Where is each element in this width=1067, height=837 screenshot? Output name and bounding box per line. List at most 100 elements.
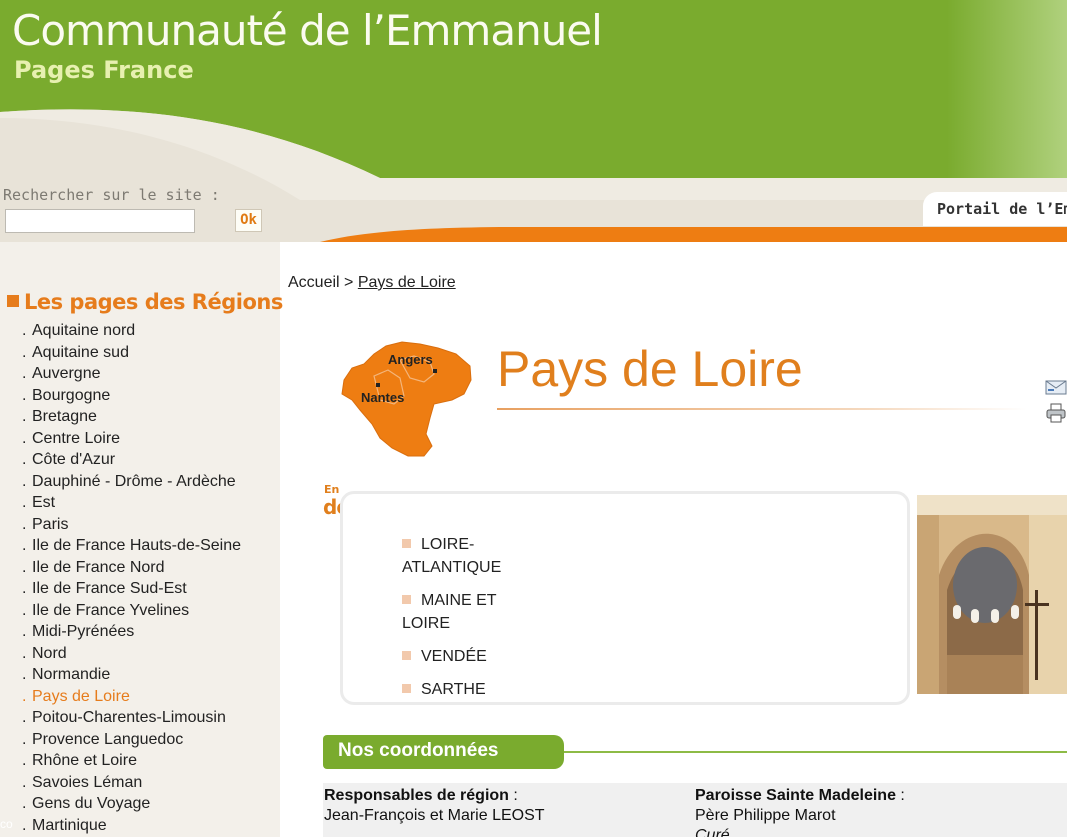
- list-dot: .: [22, 623, 27, 640]
- sidebar-item-label: Centre Loire: [32, 429, 121, 447]
- list-dot: .: [22, 408, 27, 425]
- sidebar-item-region[interactable]: . Provence Languedoc: [22, 729, 241, 751]
- breadcrumb-home[interactable]: Accueil: [288, 274, 340, 291]
- sidebar-title-text: Les pages des Régions: [24, 290, 283, 314]
- portal-tab[interactable]: Portail de l’Emmar: [923, 192, 1067, 226]
- list-dot: .: [22, 773, 27, 791]
- sidebar-item-region[interactable]: . Poitou-Charentes-Limousin: [22, 707, 241, 729]
- email-icon[interactable]: [1045, 380, 1067, 395]
- map-city-nantes: Nantes: [361, 390, 404, 405]
- list-dot: .: [22, 365, 27, 382]
- department-label: LOIRE-ATLANTIQUE: [402, 536, 502, 576]
- sidebar-item-label: Savoies Léman: [32, 773, 143, 791]
- contact-left: Responsables de région : Jean-François e…: [324, 786, 545, 826]
- region-map: Angers Nantes: [341, 341, 472, 457]
- coordonnees-header: Nos coordonnées: [323, 735, 564, 769]
- sidebar-item-label: Dauphiné - Drôme - Ardèche: [32, 472, 236, 490]
- square-bullet-icon: [7, 295, 19, 307]
- sidebar-item-region[interactable]: . Ile de France Nord: [22, 557, 241, 579]
- search-ok-button[interactable]: Ok: [235, 209, 262, 232]
- sidebar-item-label: Bretagne: [32, 408, 97, 425]
- sidebar-item-label: Gens du Voyage: [32, 795, 151, 812]
- sidebar-item-label: Est: [32, 494, 56, 511]
- sidebar-item-region[interactable]: . Gens du Voyage: [22, 793, 241, 815]
- sidebar-item-region[interactable]: . Côte d'Azur: [22, 449, 241, 471]
- list-dot: .: [22, 343, 27, 361]
- breadcrumb-current[interactable]: Pays de Loire: [358, 274, 456, 291]
- sidebar-item-region[interactable]: . Paris: [22, 514, 241, 536]
- page: Communauté de l’Emmanuel Pages France Re…: [0, 0, 1067, 837]
- sidebar-item-region[interactable]: . Nord: [22, 643, 241, 665]
- list-dot: .: [22, 644, 27, 662]
- contact-left-colon: :: [508, 787, 518, 804]
- sidebar-item-label: Paris: [32, 515, 69, 533]
- corner-mark: co: [0, 817, 13, 831]
- department-label: VENDÉE: [421, 648, 487, 665]
- list-dot: .: [22, 580, 27, 597]
- square-bullet-icon: [402, 684, 411, 693]
- contact-left-value: Jean-François et Marie LEOST: [324, 807, 545, 824]
- sidebar-item-region[interactable]: . Dauphiné - Drôme - Ardèche: [22, 471, 241, 493]
- sidebar-item-label: Normandie: [32, 666, 111, 683]
- sidebar-item-label: Ile de France Sud-Est: [32, 580, 187, 597]
- search-label: Rechercher sur le site :: [3, 186, 220, 204]
- sidebar-item-label: Pays de Loire: [32, 687, 130, 705]
- contact-right-role: Curé: [695, 827, 730, 837]
- list-dot: .: [22, 451, 27, 468]
- heading-rule: [497, 408, 1027, 410]
- sidebar-item-region[interactable]: . Aquitaine nord: [22, 320, 241, 342]
- sidebar-item-region[interactable]: . Centre Loire: [22, 428, 241, 450]
- list-dot: .: [22, 730, 27, 748]
- sidebar-item-label: Auvergne: [32, 365, 101, 382]
- sidebar-item-label: Ile de France Nord: [32, 558, 165, 576]
- contact-right-value: Père Philippe Marot: [695, 807, 836, 824]
- sidebar-item-region[interactable]: . Midi-Pyrénées: [22, 621, 241, 643]
- list-dot: .: [22, 795, 27, 812]
- list-dot: .: [22, 494, 27, 511]
- contact-left-label: Responsables de région: [324, 787, 509, 804]
- breadcrumb: Accueil > Pays de Loire: [288, 274, 456, 292]
- sidebar-item-region[interactable]: . Rhône et Loire: [22, 750, 241, 772]
- page-title: Pays de Loire: [497, 341, 803, 397]
- sidebar-item-label: Aquitaine nord: [32, 322, 136, 339]
- sidebar-item-region[interactable]: . Auvergne: [22, 363, 241, 385]
- sidebar-item-region[interactable]: . Ile de France Hauts-de-Seine: [22, 535, 241, 557]
- list-dot: .: [22, 687, 27, 705]
- list-dot: .: [22, 816, 27, 834]
- sidebar-item-region[interactable]: . Bretagne: [22, 406, 241, 428]
- sidebar-item-label: Bourgogne: [32, 386, 111, 404]
- sidebar-item-label: Poitou-Charentes-Limousin: [32, 709, 226, 726]
- sidebar-item-label: Côte d'Azur: [32, 451, 116, 468]
- print-icon[interactable]: [1045, 403, 1067, 423]
- sidebar-item-label: Aquitaine sud: [32, 343, 129, 361]
- department-item[interactable]: LOIRE-ATLANTIQUE: [402, 533, 542, 579]
- contact-right-label: Paroisse Sainte Madeleine: [695, 787, 896, 804]
- contact-right: Paroisse Sainte Madeleine : Père Philipp…: [695, 786, 905, 837]
- square-bullet-icon: [402, 651, 411, 660]
- list-dot: .: [22, 752, 27, 769]
- sidebar-item-region[interactable]: . Aquitaine sud: [22, 342, 241, 364]
- sidebar-item-region[interactable]: . Est: [22, 492, 241, 514]
- department-item[interactable]: VENDÉE: [402, 645, 542, 668]
- list-dot: .: [22, 537, 27, 554]
- list-dot: .: [22, 472, 27, 490]
- department-list: LOIRE-ATLANTIQUE MAINE ET LOIRE VENDÉE S…: [402, 533, 542, 701]
- department-item[interactable]: SARTHE: [402, 678, 542, 701]
- sidebar-item-region[interactable]: . Savoies Léman: [22, 772, 241, 794]
- breadcrumb-separator: >: [344, 274, 354, 291]
- map-city-angers: Angers: [388, 352, 433, 367]
- sidebar-item-region[interactable]: . Pays de Loire: [22, 686, 241, 708]
- list-dot: .: [22, 666, 27, 683]
- list-dot: .: [22, 601, 27, 619]
- sidebar-item-region[interactable]: . Ile de France Yvelines: [22, 600, 241, 622]
- list-dot: .: [22, 429, 27, 447]
- sidebar-item-region[interactable]: . Ile de France Sud-Est: [22, 578, 241, 600]
- search-input[interactable]: [5, 209, 195, 233]
- department-item[interactable]: MAINE ET LOIRE: [402, 589, 542, 635]
- sidebar-item-region[interactable]: . Martinique: [22, 815, 241, 837]
- square-bullet-icon: [402, 539, 411, 548]
- sidebar-item-region[interactable]: . Normandie: [22, 664, 241, 686]
- church-photo: [917, 495, 1067, 694]
- list-dot: .: [22, 515, 27, 533]
- sidebar-item-region[interactable]: . Bourgogne: [22, 385, 241, 407]
